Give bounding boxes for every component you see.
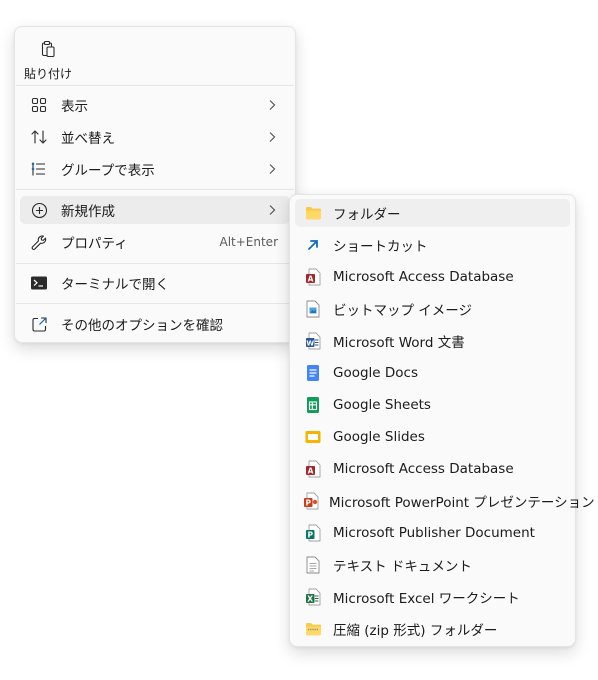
view-menu-item[interactable]: 表示 [20,91,290,119]
sort-label: 並べ替え [61,131,115,147]
chevron-right-icon [269,100,276,110]
new-publisher-label: Microsoft Publisher Document [333,525,535,541]
show-more-options-menu-item[interactable]: その他のオプションを確認 [20,310,290,338]
svg-text:A: A [308,274,314,283]
folder-icon [303,203,323,223]
chevron-right-icon [269,132,276,142]
new-shortcut-item[interactable]: ショートカット [295,231,570,259]
google-slides-icon [303,427,323,447]
properties-shortcut: Alt+Enter [219,235,278,249]
new-text-document-label: テキスト ドキュメント [333,559,472,575]
group-list-icon [29,159,49,179]
new-excel-worksheet-label: Microsoft Excel ワークシート [333,591,520,607]
menu-divider [16,189,294,190]
powerpoint-file-icon: P [303,491,319,511]
new-shortcut-label: ショートカット [333,239,428,255]
open-terminal-menu-item[interactable]: ターミナルで開く [20,269,290,297]
chevron-right-icon [269,164,276,174]
new-google-sheets-label: Google Sheets [333,397,431,413]
new-access-database-label-2: Microsoft Access Database [333,461,514,477]
new-google-slides-label: Google Slides [333,429,425,445]
show-more-options-label: その他のオプションを確認 [61,318,223,334]
chevron-right-icon [269,205,276,215]
new-access-database-item-2[interactable]: A Microsoft Access Database [295,455,570,483]
new-folder-item[interactable]: フォルダー [295,199,570,227]
new-publisher-item[interactable]: P Microsoft Publisher Document [295,519,570,547]
new-zip-folder-label: 圧縮 (zip 形式) フォルダー [333,623,498,639]
excel-file-icon: X [303,587,323,607]
new-google-slides-item[interactable]: Google Slides [295,423,570,451]
svg-text:W: W [306,339,314,347]
svg-text:P: P [307,530,313,539]
svg-text:X: X [307,594,313,603]
open-terminal-label: ターミナルで開く [61,277,169,293]
google-sheets-icon [303,395,323,415]
new-bitmap-image-item[interactable]: ビットマップ イメージ [295,295,570,323]
publisher-file-icon: P [303,523,323,543]
paste-button[interactable]: 貼り付け [23,34,73,84]
wrench-icon [29,232,49,252]
svg-text:A: A [308,466,314,475]
word-file-icon: W [303,331,323,351]
clipboard-icon [41,40,55,58]
text-file-icon [303,555,323,575]
menu-divider [16,263,294,264]
new-google-sheets-item[interactable]: Google Sheets [295,391,570,419]
sort-icon [29,127,49,147]
new-word-document-label: Microsoft Word 文書 [333,335,465,351]
google-docs-icon [303,363,323,383]
plus-circle-icon [29,200,49,220]
new-zip-folder-item[interactable]: 圧縮 (zip 形式) フォルダー [295,615,570,643]
new-powerpoint-item[interactable]: P Microsoft PowerPoint プレゼンテーション [295,487,595,515]
bitmap-file-icon [303,299,323,319]
new-powerpoint-label: Microsoft PowerPoint プレゼンテーション [329,495,595,511]
menu-divider [16,303,294,304]
terminal-icon [29,273,49,293]
group-by-menu-item[interactable]: グループで表示 [20,155,290,183]
new-excel-worksheet-item[interactable]: X Microsoft Excel ワークシート [295,583,570,611]
paste-label: 貼り付け [23,67,72,81]
menu-divider [16,85,294,86]
zip-folder-icon [303,619,323,639]
context-menu: 貼り付け 表示 並べ替え グループで表示 新規作成 プロパティ Alt+Ente… [14,26,296,343]
new-access-database-item[interactable]: A Microsoft Access Database [295,263,570,291]
grid-icon [29,95,49,115]
sort-menu-item[interactable]: 並べ替え [20,123,290,151]
new-submenu: フォルダー ショートカット A Microsoft Access Databas… [289,194,595,647]
group-by-label: グループで表示 [61,163,155,179]
new-menu-item[interactable]: 新規作成 [20,196,290,224]
shortcut-arrow-icon [303,235,323,255]
view-label: 表示 [61,99,88,115]
new-bitmap-image-label: ビットマップ イメージ [333,303,473,319]
new-access-database-label: Microsoft Access Database [333,269,514,285]
svg-text:P: P [305,498,311,507]
new-folder-label: フォルダー [333,207,401,223]
open-external-icon [29,314,49,334]
properties-label: プロパティ [61,236,128,252]
new-label: 新規作成 [61,204,115,220]
new-google-docs-item[interactable]: Google Docs [295,359,570,387]
new-google-docs-label: Google Docs [333,365,419,381]
access-file-icon: A [303,267,323,287]
new-text-document-item[interactable]: テキスト ドキュメント [295,551,570,579]
properties-menu-item[interactable]: プロパティ Alt+Enter [20,228,290,256]
new-word-document-item[interactable]: W Microsoft Word 文書 [295,327,570,355]
access-file-icon: A [303,459,323,479]
